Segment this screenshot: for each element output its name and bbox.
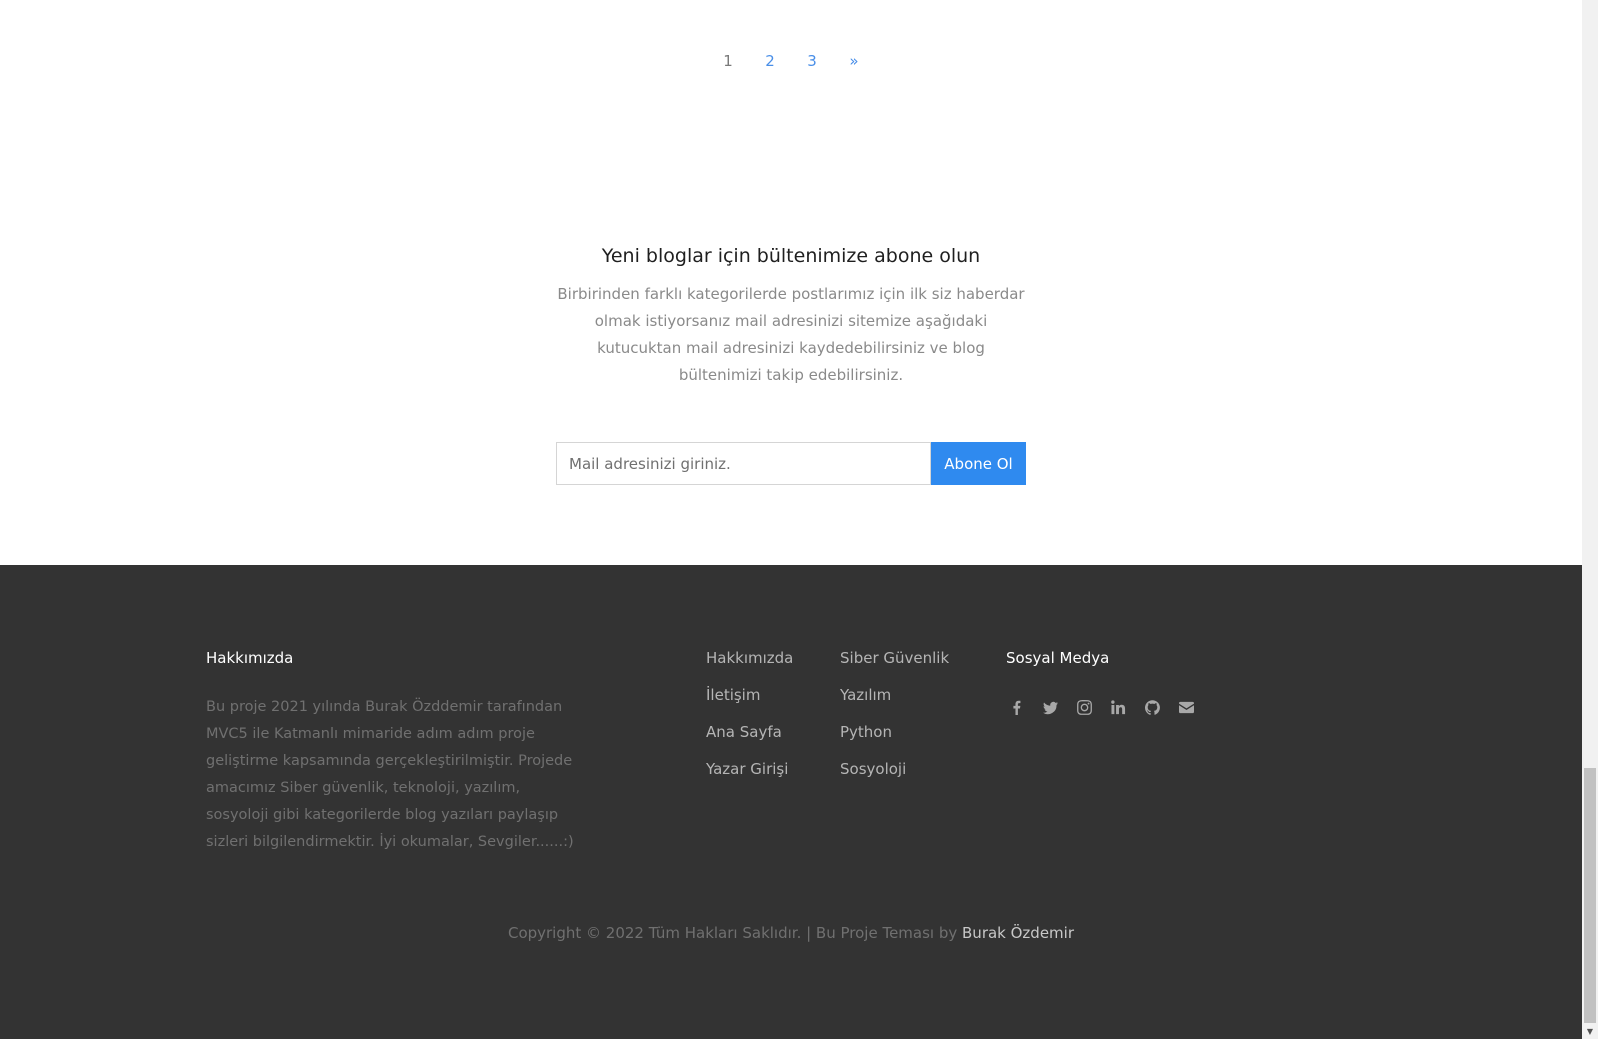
footer-link-sosyoloji[interactable]: Sosyoloji (840, 760, 906, 778)
footer-link-siber-guvenlik[interactable]: Siber Güvenlik (840, 649, 949, 667)
copyright: Copyright © 2022 Tüm Hakları Saklıdır. |… (0, 924, 1582, 942)
scroll-down-arrow-icon[interactable]: ▼ (1582, 1025, 1598, 1039)
vertical-scrollbar[interactable]: ▼ (1582, 0, 1598, 1039)
footer-about: Hakkımızda Bu proje 2021 yılında Burak Ö… (206, 649, 576, 856)
pagination: 1 2 3 » (0, 52, 1582, 70)
footer-link-yazilim[interactable]: Yazılım (840, 686, 891, 704)
page-link-3[interactable]: 3 (805, 52, 819, 70)
newsletter-section: Yeni bloglar için bültenimize abone olun… (0, 245, 1582, 389)
twitter-icon[interactable] (1040, 697, 1060, 717)
newsletter-description: Birbirinden farklı kategorilerde postlar… (557, 285, 1025, 384)
page: 1 2 3 » Yeni bloglar için bültenimize ab… (0, 0, 1582, 1039)
footer-link-item: Sosyoloji (840, 760, 949, 797)
copyright-text: Copyright © 2022 Tüm Hakları Saklıdır. |… (507, 924, 963, 942)
footer-link-python[interactable]: Python (840, 723, 892, 741)
footer-link-item: Yazılım (840, 686, 949, 723)
footer: Hakkımızda Bu proje 2021 yılında Burak Ö… (0, 565, 1582, 1039)
footer-social: Sosyal Medya (1006, 649, 1196, 717)
footer-link-item: Hakkımızda (706, 649, 793, 686)
next-page-link[interactable]: » (847, 52, 861, 70)
about-text: Bu proje 2021 yılında Burak Özddemir tar… (206, 699, 574, 850)
about-heading: Hakkımızda (206, 649, 294, 667)
scrollbar-thumb[interactable] (1584, 768, 1596, 1023)
footer-link-iletisim[interactable]: İletişim (706, 686, 760, 704)
footer-links-pages: Hakkımızda İletişim Ana Sayfa Yazar Giri… (706, 649, 793, 797)
footer-link-ana-sayfa[interactable]: Ana Sayfa (706, 723, 782, 741)
footer-link-yazar-girisi[interactable]: Yazar Girişi (706, 760, 788, 778)
instagram-icon[interactable] (1074, 697, 1094, 717)
github-icon[interactable] (1142, 697, 1162, 717)
footer-link-item: İletişim (706, 686, 793, 723)
footer-link-item: Python (840, 723, 949, 760)
footer-links-categories: Siber Güvenlik Yazılım Python Sosyoloji (840, 649, 949, 797)
author-link[interactable]: Burak Özdemir (962, 924, 1074, 942)
footer-link-item: Siber Güvenlik (840, 649, 949, 686)
footer-link-item: Yazar Girişi (706, 760, 793, 797)
social-icons (1006, 697, 1196, 717)
footer-link-item: Ana Sayfa (706, 723, 793, 760)
social-heading: Sosyal Medya (1006, 649, 1110, 667)
page-link-1[interactable]: 1 (721, 52, 735, 70)
newsletter-title: Yeni bloglar için bültenimize abone olun (601, 245, 981, 267)
subscribe-form: Abone Ol (556, 442, 1026, 485)
envelope-icon[interactable] (1176, 697, 1196, 717)
subscribe-button[interactable]: Abone Ol (931, 442, 1026, 485)
facebook-icon[interactable] (1006, 697, 1026, 717)
page-link-2[interactable]: 2 (763, 52, 777, 70)
footer-link-hakkimizda[interactable]: Hakkımızda (706, 649, 793, 667)
email-input[interactable] (556, 442, 931, 485)
linkedin-icon[interactable] (1108, 697, 1128, 717)
